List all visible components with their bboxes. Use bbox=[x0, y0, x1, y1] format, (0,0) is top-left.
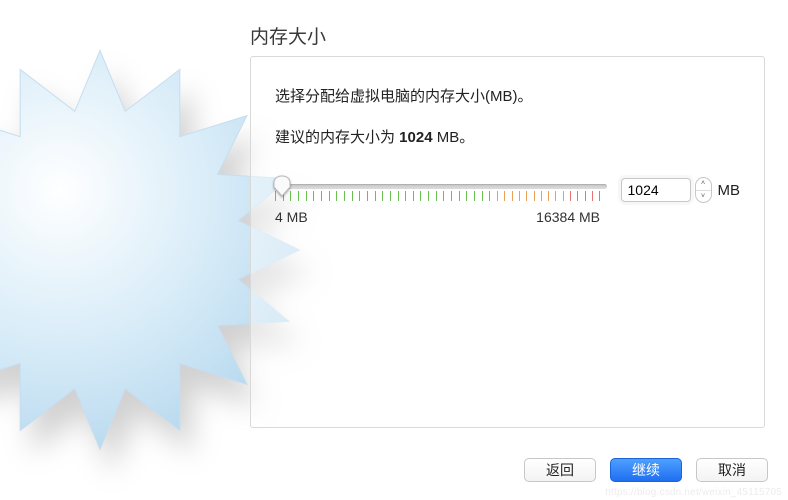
slider-min-label: 4 MB bbox=[275, 209, 308, 225]
back-button[interactable]: 返回 bbox=[524, 458, 596, 482]
continue-button[interactable]: 继续 bbox=[610, 458, 682, 482]
recommended-text: 建议的内存大小为 1024 MB。 bbox=[275, 126, 740, 147]
description-text: 选择分配给虚拟电脑的内存大小(MB)。 bbox=[275, 85, 740, 106]
slider-zone-green bbox=[275, 191, 497, 203]
slider-track bbox=[275, 184, 607, 189]
slider-max-label: 16384 MB bbox=[536, 209, 600, 225]
memory-slider[interactable] bbox=[275, 175, 607, 205]
memory-value-input[interactable] bbox=[621, 178, 691, 202]
recommended-suffix: MB。 bbox=[433, 129, 475, 146]
slider-zone-orange bbox=[497, 191, 570, 203]
stepper-down-icon[interactable]: ˅ bbox=[696, 191, 711, 203]
recommended-prefix: 建议的内存大小为 bbox=[275, 129, 399, 146]
footer-buttons: 返回 继续 取消 bbox=[524, 458, 768, 482]
memory-unit: MB bbox=[716, 182, 741, 199]
page-title: 内存大小 bbox=[250, 22, 326, 49]
recommended-value: 1024 bbox=[399, 129, 432, 146]
memory-stepper[interactable]: ˄ ˅ bbox=[695, 177, 712, 203]
watermark: https://blog.csdn.net/weixin_45115705 bbox=[605, 487, 782, 498]
slider-zone-red bbox=[570, 191, 606, 203]
memory-panel: 选择分配给虚拟电脑的内存大小(MB)。 建议的内存大小为 1024 MB。 ˄ … bbox=[250, 56, 765, 428]
cancel-button[interactable]: 取消 bbox=[696, 458, 768, 482]
stepper-up-icon[interactable]: ˄ bbox=[696, 178, 711, 191]
